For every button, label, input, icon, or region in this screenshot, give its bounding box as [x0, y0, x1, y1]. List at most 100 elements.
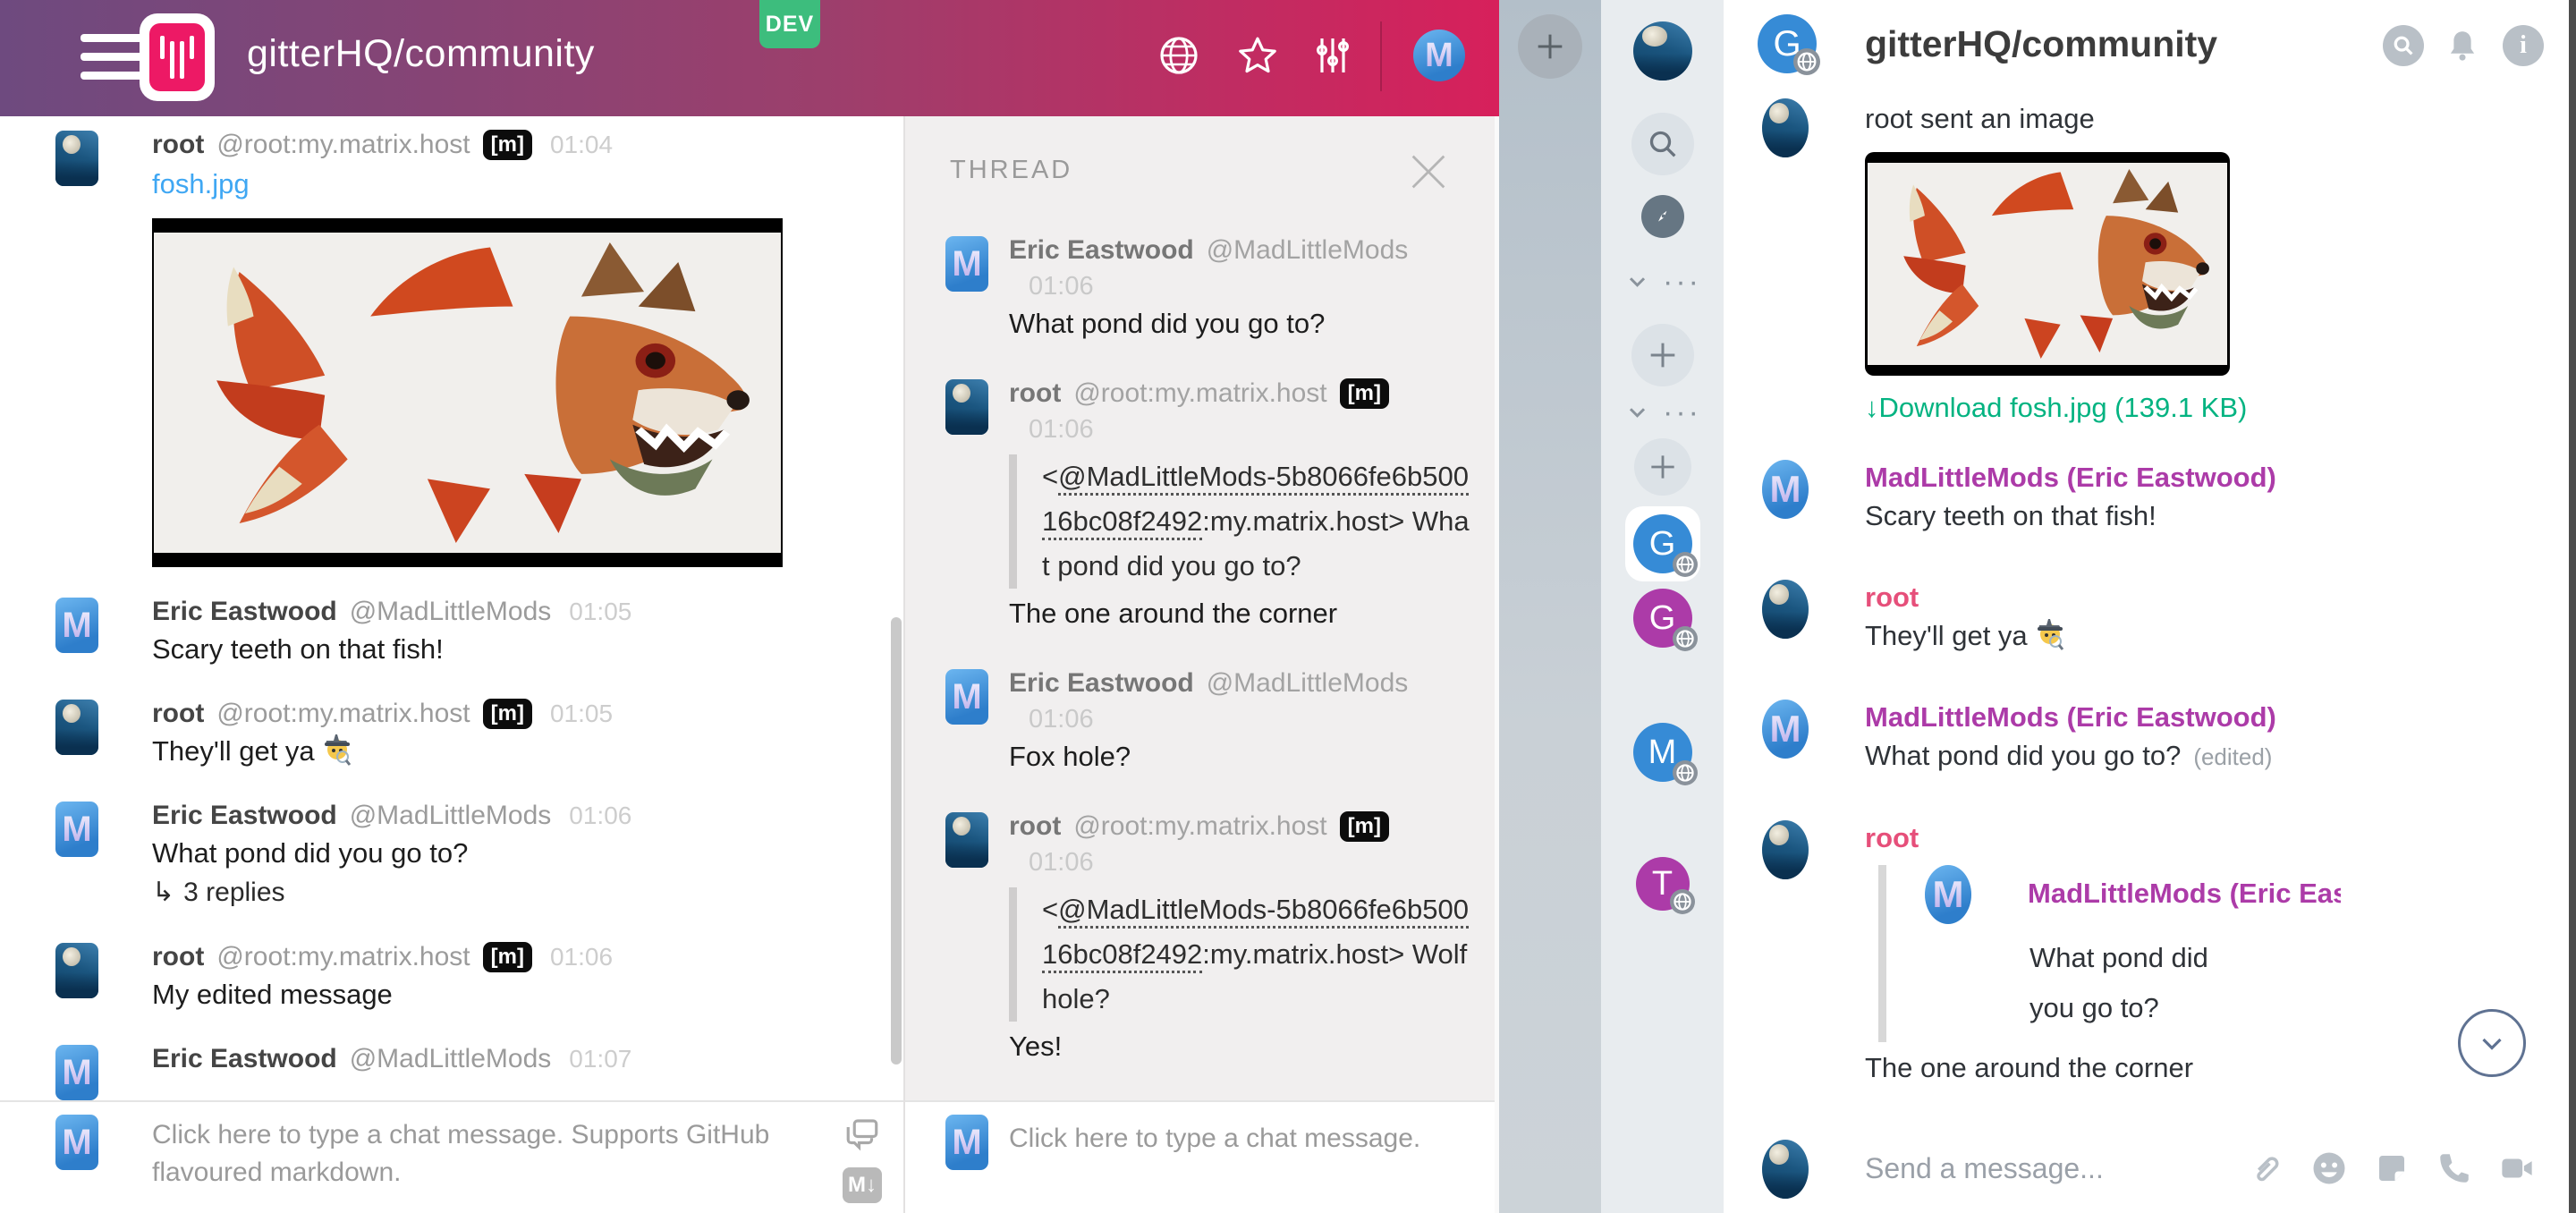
username[interactable]: root [1009, 378, 1061, 409]
sticker-icon[interactable] [2372, 1149, 2411, 1188]
chevron-down-icon [1623, 268, 1650, 295]
overflow-dots-icon: ··· [1663, 273, 1701, 291]
video-call-icon[interactable] [2497, 1149, 2537, 1188]
room-item[interactable]: G [1633, 589, 1692, 648]
globe-icon[interactable] [1157, 34, 1200, 77]
thread-input[interactable]: Click here to type a chat message. [1009, 1124, 1420, 1154]
avatar[interactable] [1762, 580, 1809, 639]
timeline-message: root sent an image ↓Download fosh.jpg (1… [1724, 98, 2569, 428]
username[interactable]: Eric Eastwood [1009, 668, 1194, 699]
avatar[interactable] [55, 943, 98, 998]
room-title: gitterHQ/community [247, 32, 595, 76]
timestamp: 01:06 [1009, 701, 1459, 737]
username[interactable]: Eric Eastwood [1009, 235, 1194, 266]
collapse-section-control[interactable]: ··· [1623, 399, 1701, 426]
dev-badge: DEV [759, 0, 820, 48]
avatar[interactable]: M [55, 598, 98, 653]
message-text: Scary teeth on that fish! [1865, 496, 2533, 537]
username[interactable]: MadLittleMods (Eric Eastwood) [1865, 460, 2533, 496]
thread-message: root @root:my.matrix.host [m] 01:06 <@Ma… [905, 376, 1495, 633]
message-input-bar: Send a message... [1724, 1129, 2569, 1213]
chat-mode-icon[interactable] [843, 1115, 881, 1157]
close-icon[interactable] [1405, 148, 1452, 195]
room-item-selected[interactable]: G [1625, 506, 1700, 581]
message-input[interactable]: Send a message... [1865, 1152, 2104, 1185]
avatar[interactable]: M [55, 802, 98, 857]
hydrogen-header: G gitterHQ/community i [1724, 0, 2569, 89]
username[interactable]: MadLittleMods (Eric Eastwood) [1865, 700, 2533, 735]
user-handle: @MadLittleMods [350, 801, 552, 831]
username[interactable]: Eric Eastwood [152, 597, 337, 627]
window-edge [2569, 0, 2576, 1213]
room-item[interactable]: M [1633, 723, 1692, 782]
emoji-icon[interactable] [2309, 1149, 2349, 1188]
collapse-section-control[interactable]: ··· [1623, 268, 1701, 295]
attach-paperclip-icon[interactable] [2247, 1149, 2286, 1188]
avatar[interactable]: M [945, 236, 988, 292]
avatar[interactable]: M [55, 1045, 98, 1100]
gitter-logo-icon[interactable] [140, 13, 215, 101]
thread-message: M Eric Eastwood @MadLittleMods 01:06 Wha… [905, 233, 1495, 344]
username[interactable]: root [152, 130, 204, 160]
avatar[interactable]: M [945, 669, 988, 725]
quoted-text: What pond did you go to? [2029, 933, 2235, 1033]
username[interactable]: root [1865, 820, 2533, 856]
timestamp: 01:06 [550, 943, 613, 971]
add-room-icon[interactable] [1634, 438, 1691, 496]
star-icon[interactable] [1236, 34, 1279, 77]
info-icon[interactable]: i [2503, 25, 2544, 66]
add-space-icon[interactable] [1518, 14, 1582, 79]
voice-call-icon[interactable] [2435, 1149, 2474, 1188]
scrollbar[interactable] [891, 617, 902, 1065]
detective-emoji [2035, 616, 2065, 650]
add-room-icon[interactable] [1631, 324, 1694, 386]
username[interactable]: Eric Eastwood [152, 801, 337, 831]
chat-message: root @root:my.matrix.host [m] 01:05 They… [0, 696, 903, 771]
chat-input[interactable]: Click here to type a chat message. Suppo… [152, 1116, 805, 1192]
avatar[interactable] [55, 700, 98, 755]
settings-sliders-icon[interactable] [1311, 34, 1354, 77]
image-attachment[interactable] [1865, 152, 2230, 376]
notifications-bell-icon[interactable] [2442, 25, 2483, 66]
image-attachment[interactable] [152, 218, 783, 567]
user-handle: @root:my.matrix.host [216, 130, 470, 160]
username[interactable]: root [1009, 811, 1061, 842]
username[interactable]: Eric Eastwood [152, 1044, 337, 1074]
user-handle: @root:my.matrix.host [216, 699, 470, 729]
chat-message: M Eric Eastwood @MadLittleMods 01:05 Sca… [0, 594, 903, 669]
quoted-username: MadLittleMods (Eric Eastwood) [2028, 878, 2341, 910]
user-handle: @MadLittleMods [1207, 668, 1409, 699]
username[interactable]: root [152, 699, 204, 729]
explore-compass-icon[interactable] [1641, 195, 1684, 238]
username[interactable]: root [152, 942, 204, 972]
quoted-reply[interactable]: M MadLittleMods (Eric Eastwood) What pon… [1878, 865, 2533, 1042]
message-text: My edited message [152, 975, 877, 1014]
current-user-avatar[interactable]: M [1413, 30, 1465, 81]
search-icon[interactable] [1631, 113, 1694, 175]
attachment-link[interactable]: fosh.jpg [152, 163, 877, 206]
avatar: M [945, 1115, 988, 1170]
timestamp: 01:06 [569, 802, 631, 830]
avatar[interactable]: M [1762, 700, 1809, 759]
globe-badge-icon [1670, 889, 1695, 914]
user-handle: @MadLittleMods [350, 597, 552, 627]
avatar[interactable] [945, 379, 988, 435]
room-item[interactable]: T [1636, 857, 1690, 911]
edited-marker: (edited) [2193, 743, 2272, 770]
download-link[interactable]: ↓Download fosh.jpg (139.1 KB) [1865, 388, 2533, 428]
avatar[interactable] [55, 131, 98, 186]
gitter-header: gitterHQ/community DEV M [0, 0, 1499, 116]
markdown-icon[interactable]: M↓ [843, 1167, 882, 1203]
jump-to-bottom-button[interactable] [2458, 1009, 2526, 1077]
avatar[interactable]: M [1762, 460, 1809, 519]
room-avatar[interactable]: G [1758, 14, 1817, 73]
avatar[interactable] [945, 812, 988, 868]
globe-badge-icon [1793, 48, 1820, 75]
thread-replies-link[interactable]: ↳3 replies [152, 873, 877, 912]
user-avatar[interactable] [1633, 21, 1692, 81]
room-title: gitterHQ/community [1865, 23, 2217, 65]
search-icon[interactable] [2383, 25, 2424, 66]
avatar[interactable] [1762, 98, 1809, 157]
username[interactable]: root [1865, 580, 2533, 615]
avatar[interactable] [1762, 820, 1809, 879]
